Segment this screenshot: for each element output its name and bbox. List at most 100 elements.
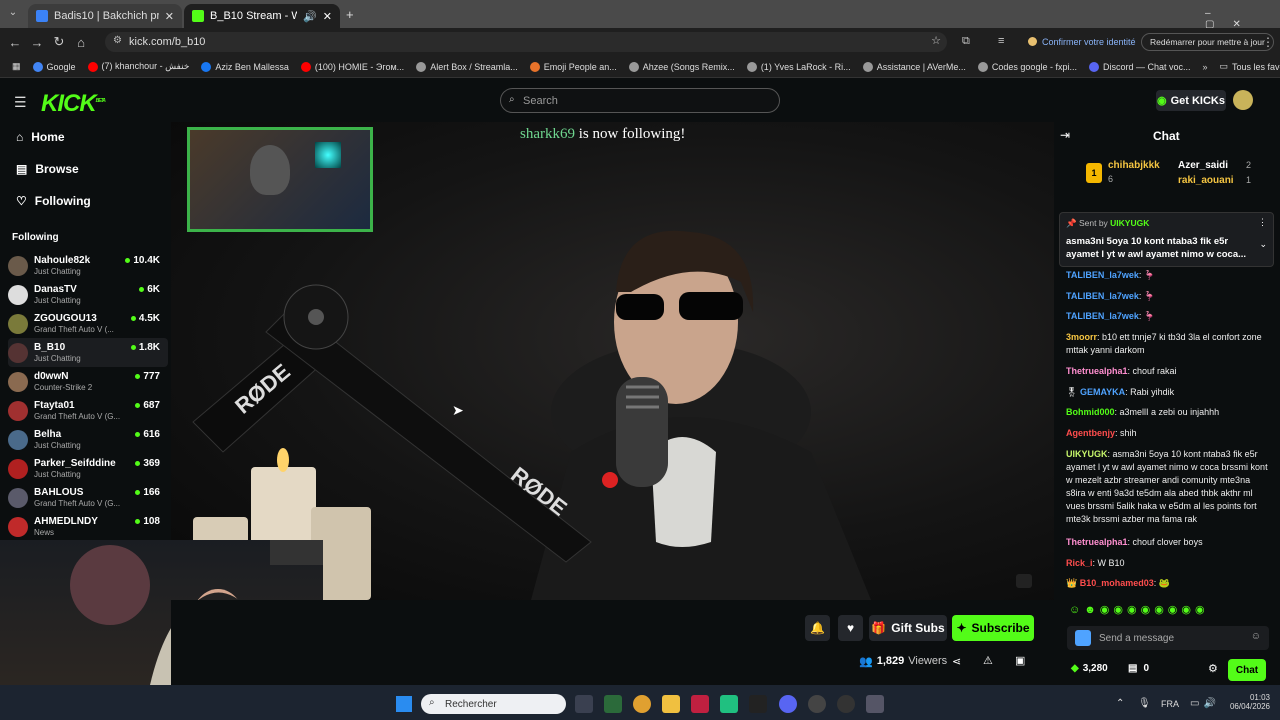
chat-username[interactable]: B10_mohamed03 bbox=[1080, 578, 1154, 588]
home-icon[interactable]: ⌂ bbox=[70, 35, 92, 50]
hamburger-menu-icon[interactable]: ☰ bbox=[14, 94, 27, 111]
channel-points[interactable]: ◆ 3,280 bbox=[1071, 663, 1108, 674]
more-bookmarks-icon[interactable]: » bbox=[1203, 62, 1208, 72]
pinned-more-icon[interactable]: ⋮ bbox=[1258, 217, 1267, 228]
gift-subs-button[interactable]: 🎁 Gift Subs bbox=[869, 615, 947, 641]
file-explorer-icon[interactable] bbox=[662, 695, 680, 713]
following-channel[interactable]: Parker_Seifddine Just Chatting 369 bbox=[8, 454, 168, 483]
chat-username[interactable]: 3moorr bbox=[1066, 332, 1097, 342]
app-icon[interactable] bbox=[604, 695, 622, 713]
sidebar-home[interactable]: ⌂ Home bbox=[16, 130, 65, 144]
all-bookmarks[interactable]: ▭Tous les favoris bbox=[1220, 61, 1280, 72]
microphone-icon[interactable]: 🎙 bbox=[1138, 698, 1151, 709]
bookmark-item[interactable]: Discord — Chat voc... bbox=[1088, 61, 1191, 72]
settings-icon[interactable] bbox=[866, 695, 884, 713]
app-icon[interactable] bbox=[749, 695, 767, 713]
bookmark-item[interactable]: (7) khanchour - خنفش bbox=[87, 61, 189, 72]
leader-name[interactable]: chihabjkkk bbox=[1108, 160, 1160, 171]
following-channel-active[interactable]: B_B10 Just Chatting 1.8K bbox=[8, 338, 168, 367]
follow-heart-button[interactable]: ♥ bbox=[838, 615, 863, 641]
following-channel[interactable]: BAHLOUS Grand Theft Auto V (G... 166 bbox=[8, 483, 168, 512]
windows-start-icon[interactable] bbox=[396, 696, 412, 712]
collapse-chat-icon[interactable]: ⇥ bbox=[1060, 128, 1070, 142]
clock[interactable]: 01:03 06/04/2026 bbox=[1228, 693, 1270, 711]
search-input[interactable]: ⌕ Search bbox=[500, 88, 780, 113]
bookmark-item[interactable]: (1) Yves LaRock - Ri... bbox=[746, 61, 851, 72]
close-tab-icon[interactable]: ✕ bbox=[323, 10, 332, 23]
chat-username[interactable]: UIKYUGK bbox=[1066, 449, 1108, 459]
apps-icon[interactable]: ▦ bbox=[12, 61, 21, 72]
discord-icon[interactable] bbox=[779, 695, 797, 713]
chat-username[interactable]: Bohmid000 bbox=[1066, 407, 1115, 417]
bookmark-star-icon[interactable]: ☆ bbox=[931, 34, 941, 47]
bookmark-item[interactable]: Alert Box / Streamla... bbox=[416, 61, 518, 72]
bookmark-item[interactable]: Codes google - fxpi... bbox=[977, 61, 1077, 72]
sidebar-following[interactable]: ♡ Following bbox=[16, 194, 91, 208]
taskbar-search[interactable]: ⌕ Rechercher bbox=[421, 694, 566, 714]
forward-icon[interactable]: → bbox=[26, 35, 48, 50]
notification-bell-button[interactable]: 🔔 bbox=[805, 615, 830, 641]
send-chat-button[interactable]: Chat bbox=[1228, 659, 1266, 681]
quick-emotes-row[interactable]: ☺☻◉◉◉◉◉◉◉◉ bbox=[1069, 603, 1209, 616]
chat-username[interactable]: Rick_i bbox=[1066, 558, 1093, 568]
following-channel[interactable]: Nahoule82k Just Chatting 10.4K bbox=[8, 251, 168, 280]
emoji-picker-icon[interactable]: ☺ bbox=[1251, 631, 1261, 642]
tab-list-icon[interactable]: ⌄ bbox=[2, 7, 24, 18]
get-kicks-button[interactable]: ◉ Get KICKs bbox=[1156, 90, 1226, 111]
url-field[interactable]: ⚙ kick.com/b_b10 ☆ bbox=[105, 32, 947, 52]
chat-settings-icon[interactable]: ⚙ bbox=[1208, 662, 1218, 675]
chat-identity-icon[interactable] bbox=[1075, 630, 1091, 646]
window-controls[interactable]: –▢✕ bbox=[1205, 8, 1280, 30]
chat-username[interactable]: GEMAYKA bbox=[1080, 387, 1125, 397]
chat-username[interactable]: Thetruealpha1 bbox=[1066, 366, 1128, 376]
following-channel[interactable]: Belha Just Chatting 616 bbox=[8, 425, 168, 454]
media-icon[interactable]: ≡ bbox=[998, 35, 1004, 47]
leader-name[interactable]: Azer_saidi bbox=[1178, 160, 1228, 171]
following-channel[interactable]: AHMEDLNDY News 108 bbox=[8, 512, 168, 541]
following-channel[interactable]: ZGOUGOU13 Grand Theft Auto V (... 4.5K bbox=[8, 309, 168, 338]
app-icon[interactable] bbox=[720, 695, 738, 713]
chat-username[interactable]: TALIBEN_la7wek bbox=[1066, 311, 1139, 321]
close-tab-icon[interactable]: ✕ bbox=[165, 10, 174, 23]
kick-logo[interactable]: KICKBETA bbox=[41, 90, 106, 118]
network-volume-icons[interactable]: ▭🔊 bbox=[1190, 698, 1220, 709]
report-icon[interactable]: ⚠ bbox=[983, 654, 993, 667]
following-channel[interactable]: d0wwN Counter-Strike 2 777 bbox=[8, 367, 168, 396]
subscribe-button[interactable]: ✦ Subscribe bbox=[952, 615, 1034, 641]
task-view-icon[interactable] bbox=[575, 695, 593, 713]
slots-counter[interactable]: ▤ 0 bbox=[1128, 663, 1149, 674]
extensions-icon[interactable]: ⧉ bbox=[962, 35, 970, 48]
chat-input[interactable]: Send a message ☺ bbox=[1067, 626, 1269, 650]
tab-badis10[interactable]: Badis10 | Bakchich profile | Badi ✕ bbox=[28, 4, 182, 28]
sidebar-browse[interactable]: ▤ Browse bbox=[16, 162, 79, 176]
site-info-icon[interactable]: ⚙ bbox=[113, 35, 122, 46]
identity-prompt[interactable]: Confirmer votre identité bbox=[1028, 37, 1136, 47]
speaker-icon[interactable]: 🔊 bbox=[303, 10, 317, 23]
chat-username[interactable]: Agentbenjy bbox=[1066, 428, 1115, 438]
new-tab-button[interactable]: + bbox=[346, 7, 354, 22]
media-player-icon[interactable] bbox=[837, 695, 855, 713]
chat-username[interactable]: TALIBEN_la7wek bbox=[1066, 291, 1139, 301]
menu-icon[interactable]: ⋮ bbox=[1262, 35, 1274, 49]
profile-card-icon[interactable]: ▣ bbox=[1015, 654, 1025, 667]
bookmark-item[interactable]: Aziz Ben Mallessa bbox=[201, 61, 289, 72]
chrome-icon[interactable] bbox=[633, 695, 651, 713]
bookmark-item[interactable]: Google bbox=[32, 61, 76, 72]
tab-b-b10-stream[interactable]: B_B10 Stream - Watch Live 🔊 ✕ bbox=[184, 4, 340, 28]
bookmark-item[interactable]: (100) HOMIE - Эгом... bbox=[300, 61, 404, 72]
bookmark-item[interactable]: Ahzee (Songs Remix... bbox=[628, 61, 735, 72]
following-channel[interactable]: DanasTV Just Chatting 6K bbox=[8, 280, 168, 309]
leader-name[interactable]: raki_aouani bbox=[1178, 175, 1234, 186]
avatar[interactable] bbox=[1233, 90, 1253, 110]
tray-chevron-icon[interactable]: ⌃ bbox=[1116, 698, 1124, 709]
app-icon[interactable] bbox=[808, 695, 826, 713]
chevron-down-icon[interactable]: ⌄ bbox=[1259, 239, 1267, 250]
app-icon[interactable] bbox=[691, 695, 709, 713]
following-channel[interactable]: Ftayta01 Grand Theft Auto V (G... 687 bbox=[8, 396, 168, 425]
reload-icon[interactable]: ↻ bbox=[48, 34, 70, 50]
chat-username[interactable]: Thetruealpha1 bbox=[1066, 537, 1128, 547]
restart-update-button[interactable]: Redémarrer pour mettre à jour bbox=[1141, 33, 1274, 51]
bookmark-item[interactable]: Emoji People an... bbox=[529, 61, 617, 72]
pinned-message[interactable]: 📌 Sent by UIKYUGK asma3ni 5oya 10 kont n… bbox=[1059, 212, 1274, 267]
input-language[interactable]: FRA bbox=[1161, 699, 1179, 709]
